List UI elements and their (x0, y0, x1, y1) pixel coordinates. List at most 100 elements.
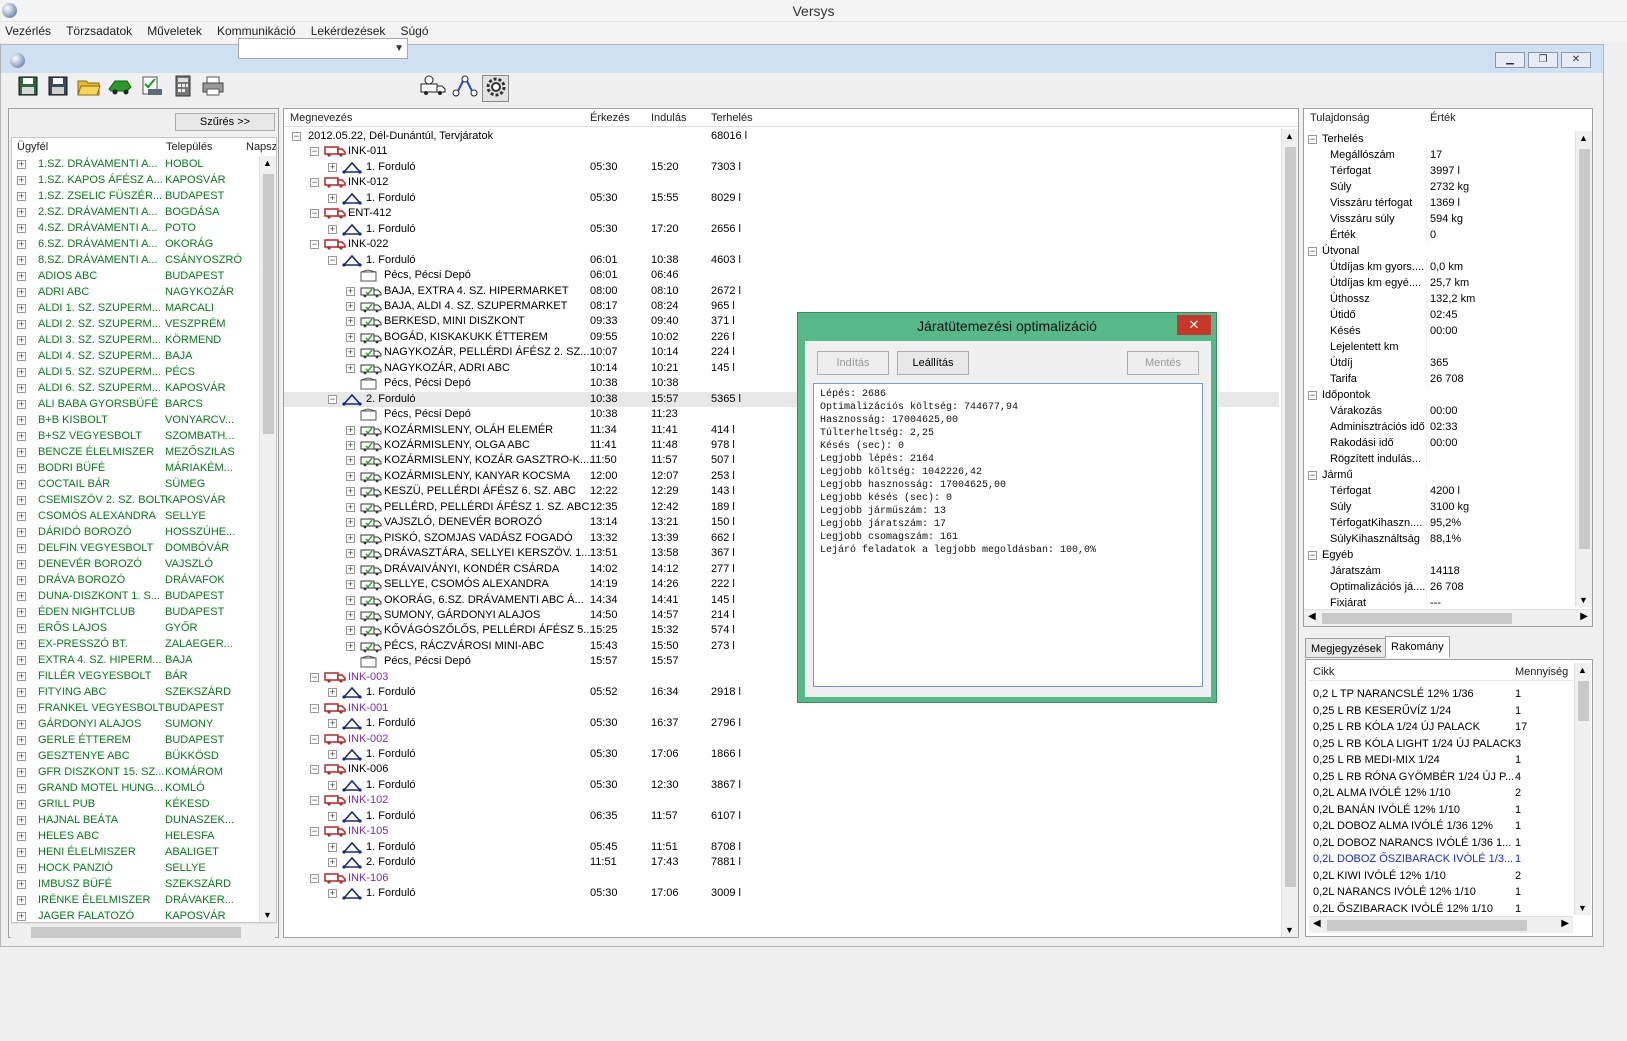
col-header-terheles[interactable]: Terhelés (711, 109, 753, 127)
property-row[interactable]: Útdíjas km egyé.... 25,7 km (1304, 275, 1576, 291)
customer-hscroll[interactable] (11, 923, 275, 940)
list-item[interactable]: + BENCZE ÉLELMISZER MEZŐSZILAS (12, 444, 260, 460)
tab-megjegyzesek[interactable]: Megjegyzések (1305, 638, 1388, 658)
property-group[interactable]: − Időpontok (1304, 387, 1576, 403)
list-item[interactable]: 0,25 L RB KESERŰVÍZ 1/24 1 (1309, 703, 1573, 719)
tab-rakomany[interactable]: Rakomány (1385, 636, 1450, 658)
col-header-megnevezes[interactable]: Megnevezés (290, 109, 352, 127)
property-row[interactable]: Rögzített indulás... (1304, 451, 1576, 467)
list-item[interactable]: + ALDI 3. SZ. SZUPERM... KÖRMEND (12, 332, 260, 348)
expand-toggle-icon[interactable]: + (346, 595, 355, 605)
expand-toggle-icon[interactable]: − (310, 240, 319, 250)
property-row[interactable]: Várakozás 00:00 (1304, 403, 1576, 419)
expand-toggle-icon[interactable]: + (346, 610, 355, 620)
stop-button[interactable]: Leállítás (897, 351, 969, 375)
scroll-up-icon[interactable]: ▲ (263, 158, 272, 168)
expand-toggle-icon[interactable]: + (17, 400, 26, 409)
expand-toggle-icon[interactable]: + (346, 518, 355, 528)
property-group[interactable]: − Útvonal (1304, 243, 1576, 259)
expand-toggle-icon[interactable]: + (17, 784, 26, 793)
list-item[interactable]: +2.SZ. DRÁVAMENTI A... BOGDÁSA (12, 204, 260, 220)
table-row[interactable]: +1. Forduló 05:45 11:51 8708 l (284, 840, 1279, 855)
property-row[interactable]: Súly 3100 kg (1304, 499, 1576, 515)
list-item[interactable]: + DRÁVA BOROZÓ DRÁVAFOK (12, 572, 260, 588)
table-row[interactable]: − INK-011 (284, 144, 1279, 159)
menu-kommunikacio[interactable]: Kommunikáció (212, 22, 303, 38)
list-item[interactable]: + IRÉNKE ÉLELMISZER DRÁVAKER... (12, 892, 260, 908)
expand-toggle-icon[interactable]: + (328, 889, 337, 899)
property-row[interactable]: Megállószám 17 (1304, 147, 1576, 163)
table-row[interactable]: −2012.05.22, Dél-Dunántúl, Tervjáratok 68… (284, 129, 1279, 144)
expand-toggle-icon[interactable]: + (328, 750, 337, 759)
table-row[interactable]: + BAJA, EXTRA 4. SZ. HIPERMARKET 08:00 08:1… (284, 284, 1279, 299)
list-item[interactable]: + ALDI 6. SZ. SZUPERM... KAPOSVÁR (12, 380, 260, 396)
expand-toggle-icon[interactable]: + (328, 842, 337, 852)
scroll-thumb[interactable] (1285, 147, 1296, 887)
list-item[interactable]: 0,25 L RB RÓNA GYÖMBÉR 1/24 ÚJ P... 4 (1309, 769, 1573, 785)
list-item[interactable]: + ALI BABA GYORSBÜFÉ BARCS (12, 396, 260, 412)
expand-toggle-icon[interactable]: + (17, 656, 26, 665)
minimize-button[interactable]: ▁ (1495, 52, 1525, 68)
expand-toggle-icon[interactable]: − (1308, 471, 1317, 480)
print-icon[interactable] (199, 75, 226, 102)
list-item[interactable]: + ADRI ABC NAGYKOZÁR (12, 284, 260, 300)
list-item[interactable]: 0,25 L RB KÓLA LIGHT 1/24 ÚJ PALACK 3 (1309, 736, 1573, 752)
property-row[interactable]: Súly 2732 kg (1304, 179, 1576, 195)
list-item[interactable]: + CSEMISZÖV 2. SZ. BOLT KAPOSVÁR (12, 492, 260, 508)
start-button[interactable]: Indítás (817, 351, 889, 375)
property-row[interactable]: Térfogat 3997 l (1304, 163, 1576, 179)
expand-toggle-icon[interactable]: + (17, 176, 26, 185)
expand-toggle-icon[interactable]: − (292, 132, 301, 141)
close-mdi-button[interactable]: ✕ (1561, 52, 1591, 68)
check-list-icon[interactable] (138, 75, 165, 102)
list-item[interactable]: 0,2L ŐSZIBARACK IVÓLÉ 12% 1/10 1 (1309, 901, 1573, 917)
list-item[interactable]: 0,2L NARANCS IVÓLÉ 12% 1/10 1 (1309, 884, 1573, 900)
list-item[interactable]: 0,2 L TP NARANCSLÉ 12% 1/36 1 (1309, 686, 1573, 702)
expand-toggle-icon[interactable]: + (346, 549, 355, 559)
expand-toggle-icon[interactable]: + (17, 256, 26, 265)
open-folder-icon[interactable] (75, 75, 102, 102)
optimization-log[interactable]: Lépés: 2686 Optimalizációs költség: 7446… (813, 383, 1203, 687)
table-row[interactable]: +2. Forduló 11:51 17:43 7881 l (284, 855, 1279, 870)
expand-toggle-icon[interactable]: + (328, 162, 337, 172)
expand-toggle-icon[interactable]: + (346, 533, 355, 543)
expand-toggle-icon[interactable]: + (328, 811, 337, 821)
property-row[interactable]: Érték 0 (1304, 227, 1576, 243)
expand-toggle-icon[interactable]: + (17, 592, 26, 601)
property-row[interactable]: TérfogatKihaszn.... 95,2% (1304, 515, 1576, 531)
expand-toggle-icon[interactable]: + (346, 564, 355, 574)
expand-toggle-icon[interactable]: + (346, 626, 355, 636)
truck-green-icon[interactable] (106, 75, 133, 102)
calculator-icon[interactable] (169, 75, 196, 102)
expand-toggle-icon[interactable]: + (17, 576, 26, 585)
expand-toggle-icon[interactable]: + (346, 301, 355, 311)
expand-toggle-icon[interactable]: + (346, 317, 355, 327)
table-row[interactable]: − INK-002 (284, 732, 1279, 747)
menu-torzsadatok[interactable]: Törzsadatok (61, 22, 139, 38)
expand-toggle-icon[interactable]: − (1308, 247, 1317, 256)
col-header-ugyfel[interactable]: Ügyfél (17, 138, 48, 156)
expand-toggle-icon[interactable]: + (17, 768, 26, 777)
list-item[interactable]: + GERLE ÉTTEREM BUDAPEST (12, 732, 260, 748)
expand-toggle-icon[interactable]: + (346, 456, 355, 466)
table-row[interactable]: +1. Forduló 05:30 17:06 3009 l (284, 886, 1279, 901)
property-row[interactable]: Visszáru súly 594 kg (1304, 211, 1576, 227)
mdi-app-icon[interactable] (10, 53, 25, 68)
table-row[interactable]: − ENT-412 (284, 206, 1279, 221)
col-header-indulas[interactable]: Indulás (651, 109, 686, 127)
cargo-vscroll[interactable]: ▲ ▼ (1574, 663, 1591, 915)
expand-toggle-icon[interactable]: − (310, 209, 319, 219)
scroll-right-icon[interactable]: ▶ (1580, 611, 1588, 622)
expand-toggle-icon[interactable]: + (17, 384, 26, 393)
scroll-left-icon[interactable]: ◀ (1308, 611, 1316, 622)
hscroll-thumb[interactable] (31, 927, 241, 938)
properties-vscroll[interactable]: ▲ ▼ (1575, 131, 1592, 607)
list-item[interactable]: + EXTRA 4. SZ. HIPERM... BAJA (12, 652, 260, 668)
list-item[interactable]: 0,2L ALMA IVÓLÉ 12% 1/10 2 (1309, 785, 1573, 801)
list-item[interactable]: + FRANKEL VEGYESBOLT BUDAPEST (12, 700, 260, 716)
scroll-up-icon[interactable]: ▲ (1579, 133, 1588, 143)
expand-toggle-icon[interactable]: + (346, 487, 355, 497)
property-row[interactable]: SúlyKihasználtság 88,1% (1304, 531, 1576, 547)
scroll-down-icon[interactable]: ▼ (1285, 925, 1294, 935)
table-row[interactable]: +1. Forduló 05:30 15:55 8029 l (284, 191, 1279, 206)
